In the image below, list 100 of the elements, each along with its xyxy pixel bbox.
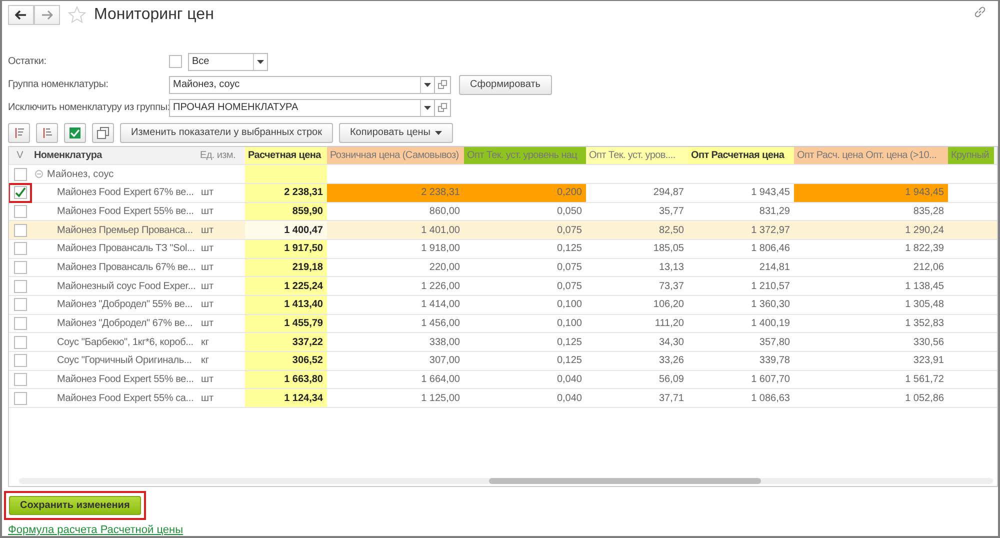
table-cell-text: 82,50	[658, 224, 685, 238]
table-cell-text: 1 052,86	[904, 392, 945, 406]
table-cell-text: 1 125,00	[420, 392, 461, 406]
table-cell-text: 1 086,63	[750, 392, 791, 406]
change-indicators-button[interactable]: Изменить показатели у выбранных строк	[120, 122, 333, 143]
select-field[interactable]: ПРОЧАЯ НОМЕНКЛАТУРА	[169, 98, 435, 117]
unit-cell-text: шт	[200, 224, 215, 238]
checkbox[interactable]	[14, 204, 26, 218]
check-all-button[interactable]	[64, 122, 86, 143]
item-name: Майонез Food Expert 67% ве...	[56, 186, 195, 200]
unit-cell-text: шт	[200, 317, 215, 332]
table-cell-text: 0,100	[556, 317, 583, 332]
item-name: Майонез "Добродел" 55% ве...	[56, 298, 194, 312]
selected-row[interactable]: Майонез Премьер Прованса... шт 1 400,47 1 401,00 0,075 82,50 1 372,97 1 290,24	[9, 221, 997, 240]
checkbox[interactable]	[14, 224, 26, 237]
table-cell-text: 0,075	[556, 224, 583, 238]
checkbox[interactable]	[14, 298, 26, 312]
column-header[interactable]: Номенклатура	[31, 146, 197, 164]
checkbox[interactable]	[14, 373, 26, 386]
item-name: Майонез "Добродел" 67% ве...	[56, 317, 194, 332]
checkbox[interactable]	[14, 392, 26, 405]
sort-ascending-button[interactable]	[8, 122, 30, 143]
column-header[interactable]: Опт Тек. уст. уров....	[586, 146, 688, 164]
table-cell: 1 663,80	[245, 370, 327, 388]
checkbox[interactable]	[14, 260, 26, 274]
checkbox[interactable]	[169, 55, 182, 68]
table-cell: 219,18	[245, 258, 327, 276]
select-field[interactable]: Все	[188, 52, 268, 71]
group-name: Майонез, соус	[47, 168, 114, 180]
table-cell: 1 225,24	[245, 277, 327, 296]
checkbox[interactable]	[14, 280, 26, 293]
table-cell-text: 835,28	[912, 204, 945, 219]
unit-cell-text: кг	[200, 354, 210, 368]
column-header: V	[16, 148, 24, 163]
table-cell-text: 56,09	[658, 373, 685, 388]
save-button[interactable]: Сохранить изменения	[9, 496, 141, 515]
table-cell: 1 400,47	[245, 221, 327, 239]
table-cell-text: 212,06	[912, 260, 945, 275]
checkbox-icon	[69, 126, 81, 139]
field-label: Группа номенклатуры:	[8, 79, 110, 90]
unit-cell-text: шт	[200, 298, 215, 312]
caret-icon	[257, 60, 264, 64]
unit-cell-text: шт	[200, 280, 215, 294]
checkbox[interactable]	[14, 317, 26, 330]
highlighted-checkbox[interactable]	[9, 184, 31, 202]
link-icon[interactable]	[974, 6, 986, 18]
star-icon[interactable]	[68, 6, 86, 24]
table-cell-text: 294,87	[652, 186, 685, 200]
table-cell-text: 357,80	[758, 336, 791, 350]
table-cell-text: 323,91	[912, 354, 945, 368]
formula-link[interactable]: Формула расчета Расчетной цены	[8, 524, 183, 536]
sort-descending-button[interactable]	[36, 122, 58, 143]
sort-icon	[13, 126, 25, 139]
field-label: Исключить номенклатуру из группы:	[8, 102, 169, 114]
item-name: Майонез Провансаль 67% ве...	[56, 260, 197, 275]
table-cell-text: 339,78	[758, 354, 791, 368]
table-cell: 1 917,50	[245, 240, 327, 258]
column-header[interactable]: Расчетная цена	[245, 146, 327, 164]
unit-cell-text: кг	[200, 336, 210, 350]
select-field[interactable]: Майонез, соус	[169, 76, 435, 94]
item-name: Майонез Провансаль ТЗ "Sol...	[56, 242, 196, 256]
table-cell-text: 0,050	[556, 204, 583, 219]
table-cell: 1 455,79	[245, 314, 327, 332]
horizontal-scrollbar[interactable]	[19, 478, 993, 484]
unit-cell-text: шт	[200, 260, 215, 275]
table-cell: 1 413,40	[245, 296, 327, 314]
collapse-icon[interactable]	[35, 170, 43, 178]
generate-button[interactable]: Сформировать	[459, 74, 552, 95]
table-cell-text: 1 138,45	[904, 280, 945, 294]
unit-cell-text: шт	[200, 204, 215, 219]
checkbox[interactable]	[14, 168, 26, 181]
copy-prices-menu[interactable]: Копировать цены	[338, 122, 454, 143]
dropdown-button[interactable]	[420, 100, 434, 116]
table-cell-text: 330,56	[912, 336, 945, 350]
table-cell: 2 238,31	[245, 184, 327, 202]
checkbox[interactable]	[14, 336, 26, 349]
table-cell-text: 1 352,83	[904, 317, 945, 332]
back-button[interactable]	[8, 4, 34, 25]
checkbox[interactable]	[14, 354, 26, 368]
table-cell-text: 0,125	[556, 354, 583, 368]
dropdown-button[interactable]	[253, 54, 267, 70]
dropdown-button[interactable]	[420, 76, 434, 93]
copy-button[interactable]	[92, 122, 114, 143]
item-name: Соус "Барбекю", 1кг*6, короб...	[56, 336, 194, 350]
table-cell-text: 338,00	[428, 336, 461, 350]
field-label: Остатки:	[8, 56, 48, 68]
table-cell-text: 0,075	[556, 260, 583, 275]
item-name: Майонез Food Expert 55% ве...	[56, 373, 195, 388]
column-header[interactable]: Опт Расчетная цена	[688, 146, 794, 164]
table-cell-text: 1 414,00	[420, 298, 461, 312]
table-cell-text: 1 226,00	[420, 280, 461, 294]
sort-icon	[41, 126, 53, 139]
table-cell-text: 860,00	[428, 204, 461, 219]
table-cell: 1 124,34	[245, 389, 327, 408]
table-cell-text: 214,81	[758, 260, 791, 275]
checkbox[interactable]	[14, 242, 26, 256]
table-cell-text: 220,00	[428, 260, 461, 275]
table-cell-text: 33,26	[658, 354, 685, 368]
table-cell-text: 34,30	[658, 336, 685, 350]
item-name: Майонез Food Expert 55% ве...	[56, 204, 195, 219]
